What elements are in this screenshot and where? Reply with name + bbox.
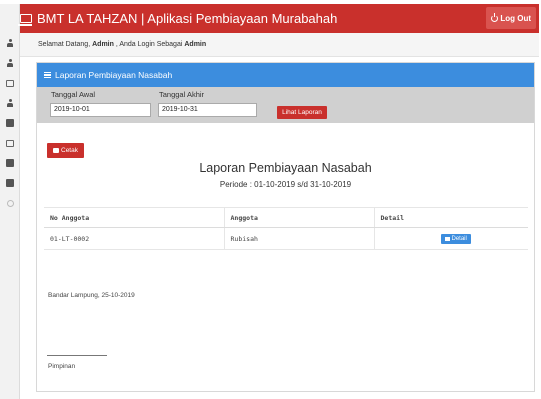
table-header-row: No Anggota Anggota Detail xyxy=(44,207,528,228)
sidebar-item-circle[interactable] xyxy=(0,193,20,213)
sidebar xyxy=(0,33,20,213)
sidebar-item-users[interactable] xyxy=(0,33,20,53)
report-panel: Laporan Pembiayaan Nasabah Tanggal Awal … xyxy=(36,62,535,392)
table-icon xyxy=(6,179,14,187)
table-icon xyxy=(444,236,450,241)
signature-label: Pimpinan xyxy=(48,363,76,370)
col-detail: Detail xyxy=(373,207,528,228)
users-icon xyxy=(7,39,13,47)
print-icon xyxy=(53,148,59,153)
book-icon xyxy=(6,119,14,127)
logout-button[interactable]: Log Out xyxy=(486,7,536,29)
sidebar-item-anggota[interactable] xyxy=(0,53,20,73)
sidebar-item-table-2[interactable] xyxy=(0,173,20,193)
power-icon xyxy=(491,13,499,22)
place-date: Bandar Lampung, 25-10-2019 xyxy=(48,292,135,299)
col-anggota: Anggota xyxy=(223,207,374,228)
cell-no-anggota: 01-LT-0002 xyxy=(44,227,224,250)
start-date-label: Tanggal Awal xyxy=(51,90,96,99)
print-label: Cetak xyxy=(61,147,78,154)
report-period: Periode : 01-10-2019 s/d 31-10-2019 xyxy=(219,180,352,189)
sidebar-item-check[interactable] xyxy=(0,73,20,93)
print-button[interactable]: Cetak xyxy=(47,143,84,158)
welcome-user: Admin xyxy=(92,41,114,48)
signature-line xyxy=(47,355,107,356)
top-navbar: BMT LA TAHZAN | Aplikasi Pembiayaan Mura… xyxy=(18,4,539,33)
sidebar-item-edit[interactable] xyxy=(0,133,20,153)
laptop-icon xyxy=(18,14,32,26)
report-title: Laporan Pembiayaan Nasabah xyxy=(199,161,372,175)
user-icon xyxy=(7,99,13,107)
welcome-prefix: Selamat Datang, xyxy=(38,41,91,48)
app-title: BMT LA TAHZAN | Aplikasi Pembiayaan Mura… xyxy=(37,11,338,26)
cell-anggota: Rubisah xyxy=(223,227,374,250)
logout-label: Log Out xyxy=(500,13,531,23)
circle-icon xyxy=(6,199,14,207)
view-report-button[interactable]: Lihat Laporan xyxy=(277,106,327,119)
cell-detail: Detail xyxy=(373,227,528,250)
end-date-input[interactable]: 2019-10-31 xyxy=(158,103,257,117)
user-icon xyxy=(7,59,13,67)
panel-header: Laporan Pembiayaan Nasabah xyxy=(37,63,534,87)
check-square-icon xyxy=(6,79,14,87)
sidebar-item-table-1[interactable] xyxy=(0,153,20,173)
sidebar-item-user[interactable] xyxy=(0,93,20,113)
edit-icon xyxy=(6,139,14,147)
table-icon xyxy=(6,159,14,167)
end-date-label: Tanggal Akhir xyxy=(159,90,205,99)
welcome-bar: Selamat Datang, Admin , Anda Login Sebag… xyxy=(20,33,539,57)
start-date-input[interactable]: 2019-10-01 xyxy=(50,103,151,117)
list-icon xyxy=(44,72,51,78)
filter-bar: Tanggal Awal Tanggal Akhir 2019-10-01 20… xyxy=(37,87,534,123)
panel-title: Laporan Pembiayaan Nasabah xyxy=(55,70,173,80)
detail-button[interactable]: Detail xyxy=(440,233,471,244)
detail-label: Detail xyxy=(451,235,467,242)
col-no-anggota: No Anggota xyxy=(44,207,224,228)
welcome-role: Admin xyxy=(184,41,207,48)
sidebar-item-book[interactable] xyxy=(0,113,20,133)
welcome-middle: , Anda Login Sebagai xyxy=(115,41,183,48)
report-table: No Anggota Anggota Detail 01-LT-0002 Rub… xyxy=(44,207,528,250)
table-row: 01-LT-0002 Rubisah Detail xyxy=(44,227,528,250)
app-brand[interactable]: BMT LA TAHZAN | Aplikasi Pembiayaan Mura… xyxy=(18,8,338,29)
